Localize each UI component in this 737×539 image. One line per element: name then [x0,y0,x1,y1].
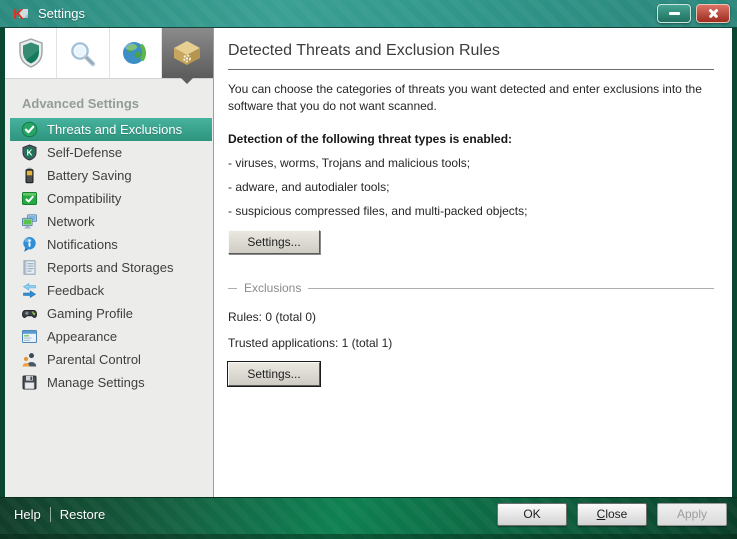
detection-heading: Detection of the following threat types … [228,132,714,146]
advanced-settings-archive-gear-icon [172,40,202,66]
close-icon [708,8,719,19]
network-computers-icon [21,213,38,230]
close-dialog-button[interactable]: Close [577,503,647,526]
scan-search-icon [69,40,96,67]
exclusions-trusted-count: Trusted applications: 1 (total 1) [228,336,714,350]
minimize-button[interactable] [657,4,691,23]
titlebar: K Settings [0,0,737,28]
minimize-icon [669,12,680,15]
apply-button[interactable]: Apply [657,503,727,526]
page-title: Detected Threats and Exclusion Rules [228,42,714,60]
sidebar-item-compatibility[interactable]: Compatibility [5,187,213,210]
sidebar-item-label: Threats and Exclusions [47,122,182,137]
sidebar-list: Threats and Exclusions K Self-Defense [5,118,213,394]
category-tabbar [5,28,213,79]
compatibility-check-window-icon [21,190,38,207]
sidebar-item-label: Feedback [47,283,104,298]
exclusions-legend-label: Exclusions [244,281,301,295]
detection-item: - suspicious compressed files, and multi… [228,204,714,218]
sidebar-item-manage-settings[interactable]: Manage Settings [5,371,213,394]
sidebar-item-gaming-profile[interactable]: Gaming Profile [5,302,213,325]
check-circle-icon [21,121,38,138]
tab-advanced-settings[interactable] [162,28,213,78]
exclusions-group-legend: Exclusions [228,281,714,295]
settings-window: K Settings [0,0,737,539]
exclusions-rules-count: Rules: 0 (total 0) [228,310,714,324]
sidebar-item-label: Gaming Profile [47,306,133,321]
left-panel: Advanced Settings Threats and Exclusions… [5,28,214,497]
sidebar-item-self-defense[interactable]: K Self-Defense [5,141,213,164]
close-button[interactable] [696,4,730,23]
sidebar-item-label: Compatibility [47,191,121,206]
report-document-icon [21,259,38,276]
sidebar-item-label: Manage Settings [47,375,145,390]
sidebar-item-label: Reports and Storages [47,260,173,275]
footer-links-divider [50,507,51,522]
tab-protection[interactable] [5,28,57,78]
footer-links: Help Restore [14,507,105,522]
update-globe-icon [121,39,149,67]
window-body: Advanced Settings Threats and Exclusions… [5,28,732,497]
window-controls [657,4,730,23]
sidebar-item-parental-control[interactable]: Parental Control [5,348,213,371]
parental-control-person-icon [21,351,38,368]
title-divider [228,69,714,70]
help-link[interactable]: Help [14,507,41,522]
sidebar-item-battery-saving[interactable]: Battery Saving [5,164,213,187]
detection-item: - viruses, worms, Trojans and malicious … [228,156,714,170]
sidebar-item-label: Network [47,214,95,229]
sidebar-item-label: Self-Defense [47,145,122,160]
shield-k-icon: K [21,144,38,161]
svg-text:K: K [13,6,24,22]
window-title: Settings [38,6,85,21]
footer-bar: Help Restore OK Close Apply [0,497,737,539]
tab-update[interactable] [110,28,162,78]
sidebar-item-label: Parental Control [47,352,141,367]
sidebar-item-label: Notifications [47,237,118,252]
tab-scan[interactable] [57,28,109,78]
page-description: You can choose the categories of threats… [228,81,714,115]
footer-buttons: OK Close Apply [497,503,727,526]
sidebar-item-label: Battery Saving [47,168,132,183]
info-balloon-icon [21,236,38,253]
restore-link[interactable]: Restore [60,507,106,522]
gamepad-icon [21,305,38,322]
exclusions-settings-button[interactable]: Settings... [228,362,320,386]
sidebar-item-appearance[interactable]: Appearance [5,325,213,348]
protection-shield-icon [18,38,44,68]
detection-settings-button[interactable]: Settings... [228,230,320,254]
sidebar-header: Advanced Settings [22,96,213,111]
appearance-window-icon [21,328,38,345]
sidebar-item-reports-and-storages[interactable]: Reports and Storages [5,256,213,279]
detection-item: - adware, and autodialer tools; [228,180,714,194]
sidebar-item-feedback[interactable]: Feedback [5,279,213,302]
sidebar-item-network[interactable]: Network [5,210,213,233]
battery-icon [21,167,38,184]
sidebar-item-threats-and-exclusions[interactable]: Threats and Exclusions [10,118,212,141]
main-panel: Detected Threats and Exclusion Rules You… [214,28,732,497]
kaspersky-logo-icon: K [12,5,30,22]
feedback-arrows-icon [21,282,38,299]
svg-text:K: K [27,149,33,158]
sidebar-item-label: Appearance [47,329,117,344]
sidebar-item-notifications[interactable]: Notifications [5,233,213,256]
floppy-disk-icon [21,374,38,391]
ok-button[interactable]: OK [497,503,567,526]
